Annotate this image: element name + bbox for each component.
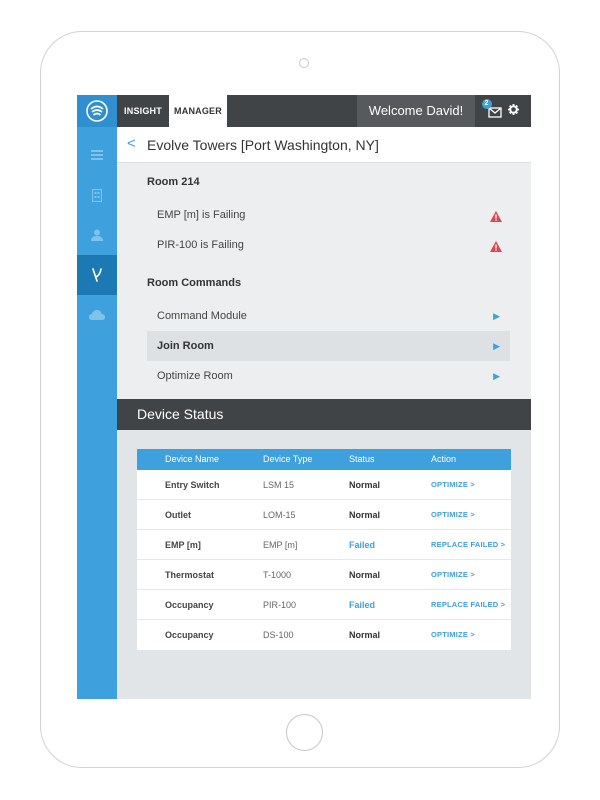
welcome-message: Welcome David! xyxy=(357,95,475,127)
sidebar xyxy=(77,95,117,699)
top-bar: INSIGHT MANAGER Welcome David! 2 xyxy=(117,95,531,127)
device-status: Normal xyxy=(349,630,381,640)
device-name: EMP [m] xyxy=(165,540,201,550)
notification-badge: 2 xyxy=(481,99,492,109)
tab-manager[interactable]: MANAGER xyxy=(169,95,227,127)
table-row: Entry Switch LSM 15 Normal OPTIMIZE > xyxy=(137,470,511,500)
alert-label: EMP [m] is Failing xyxy=(157,209,246,221)
camera xyxy=(299,58,309,68)
command-label: Optimize Room xyxy=(157,370,233,382)
chevron-right-icon: ▶ xyxy=(493,371,500,381)
home-button[interactable] xyxy=(286,714,323,751)
command-item[interactable]: Command Module ▶ xyxy=(147,301,510,331)
top-icons: 2 xyxy=(475,95,531,127)
warning-icon xyxy=(490,239,502,257)
device-name: Occupancy xyxy=(165,630,214,640)
device-name: Entry Switch xyxy=(165,480,220,490)
tab-insight[interactable]: INSIGHT xyxy=(117,95,169,127)
optimize-link[interactable]: OPTIMIZE > xyxy=(431,470,475,500)
table-row: Outlet LOM-15 Normal OPTIMIZE > xyxy=(137,500,511,530)
device-status-title: Device Status xyxy=(137,406,224,422)
table-header: Device Name Device Type Status Action xyxy=(137,449,511,470)
device-type: DS-100 xyxy=(263,630,294,640)
alert-row[interactable]: PIR-100 is Failing xyxy=(147,230,510,260)
device-name: Thermostat xyxy=(165,570,215,580)
page-title: Evolve Towers [Port Washington, NY] xyxy=(147,137,379,153)
device-status: Failed xyxy=(349,540,376,550)
room-panel: Room 214 EMP [m] is Failing PIR-100 is F… xyxy=(117,163,531,399)
branch-icon[interactable] xyxy=(77,255,117,295)
table-row: EMP [m] EMP [m] Failed REPLACE FAILED > xyxy=(137,530,511,560)
device-status: Failed xyxy=(349,600,376,610)
device-type: LOM-15 xyxy=(263,510,296,520)
device-table: Device Name Device Type Status Action En… xyxy=(137,449,511,650)
command-item[interactable]: Optimize Room ▶ xyxy=(147,361,510,391)
menu-icon[interactable] xyxy=(77,135,117,175)
title-bar: < Evolve Towers [Port Washington, NY] xyxy=(117,127,531,163)
wifi-logo-icon[interactable] xyxy=(77,95,117,127)
replace-failed-link[interactable]: REPLACE FAILED > xyxy=(431,590,505,620)
column-header: Status xyxy=(349,454,375,464)
mail-icon[interactable]: 2 xyxy=(481,99,502,118)
commands-heading: Room Commands xyxy=(147,277,242,289)
warning-icon xyxy=(490,209,502,227)
room-heading: Room 214 xyxy=(147,176,200,188)
optimize-link[interactable]: OPTIMIZE > xyxy=(431,560,475,590)
command-item[interactable]: Join Room ▶ xyxy=(147,331,510,361)
optimize-link[interactable]: OPTIMIZE > xyxy=(431,620,475,650)
device-type: T-1000 xyxy=(263,570,292,580)
device-status: Normal xyxy=(349,510,381,520)
table-row: Thermostat T-1000 Normal OPTIMIZE > xyxy=(137,560,511,590)
alert-label: PIR-100 is Failing xyxy=(157,239,244,251)
table-row: Occupancy DS-100 Normal OPTIMIZE > xyxy=(137,620,511,650)
cloud-icon[interactable] xyxy=(77,295,117,335)
replace-failed-link[interactable]: REPLACE FAILED > xyxy=(431,530,505,560)
device-type: PIR-100 xyxy=(263,600,297,610)
column-header: Device Type xyxy=(263,454,313,464)
device-type: EMP [m] xyxy=(263,540,298,550)
device-status: Normal xyxy=(349,570,381,580)
column-header: Device Name xyxy=(165,454,220,464)
optimize-link[interactable]: OPTIMIZE > xyxy=(431,500,475,530)
device-name: Occupancy xyxy=(165,600,214,610)
column-header: Action xyxy=(431,454,457,464)
command-label: Join Room xyxy=(157,340,214,352)
device-status: Normal xyxy=(349,480,381,490)
chevron-right-icon: ▶ xyxy=(493,341,500,351)
user-icon[interactable] xyxy=(77,215,117,255)
device-status-header: Device Status xyxy=(117,399,531,430)
device-type: LSM 15 xyxy=(263,480,295,490)
alert-row[interactable]: EMP [m] is Failing xyxy=(147,200,510,230)
command-label: Command Module xyxy=(157,310,247,322)
chevron-right-icon: ▶ xyxy=(493,311,500,321)
app-screen: INSIGHT MANAGER Welcome David! 2 < Evolv… xyxy=(77,95,531,699)
gear-icon[interactable] xyxy=(507,102,519,120)
table-row: Occupancy PIR-100 Failed REPLACE FAILED … xyxy=(137,590,511,620)
device-name: Outlet xyxy=(165,510,191,520)
back-button[interactable]: < xyxy=(127,127,136,163)
building-icon[interactable] xyxy=(77,175,117,215)
device-status-area: Device Name Device Type Status Action En… xyxy=(117,430,531,699)
